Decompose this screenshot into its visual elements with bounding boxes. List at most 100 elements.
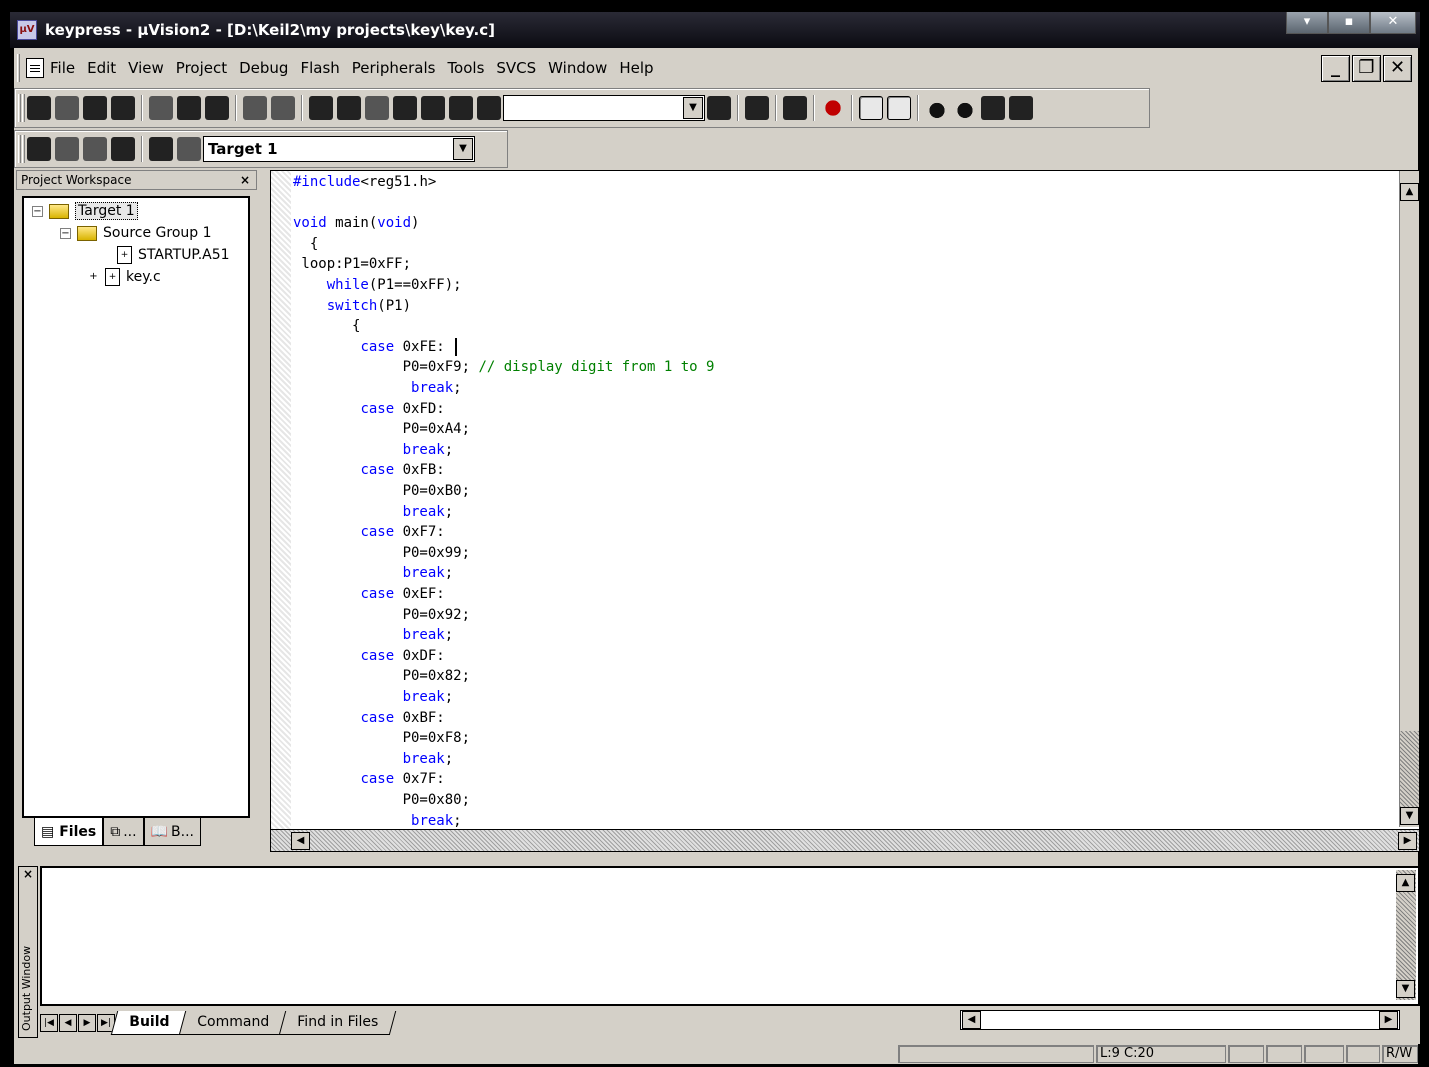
- tree-item-keyc[interactable]: + + key.c: [88, 266, 161, 288]
- rebuild-all-icon[interactable]: [83, 137, 107, 161]
- open-file-icon[interactable]: [55, 96, 79, 120]
- editor-horizontal-scrollbar[interactable]: ◀ ▶: [271, 829, 1419, 851]
- toolbar-grip[interactable]: [18, 135, 21, 163]
- tree-item-target[interactable]: − Target 1: [32, 200, 138, 222]
- binoculars-icon[interactable]: [707, 96, 731, 120]
- code-line: P0=0x80;: [293, 792, 471, 808]
- window-titlebar: µV keypress - µVision2 - [D:\Keil2\my pr…: [10, 12, 1420, 48]
- menu-tools[interactable]: Tools: [441, 59, 490, 77]
- window-cascade-icon[interactable]: [1009, 96, 1033, 120]
- scroll-right-icon[interactable]: ▶: [1398, 832, 1417, 850]
- editor-vertical-scrollbar[interactable]: ▲ ▼: [1399, 171, 1419, 827]
- menu-peripherals[interactable]: Peripherals: [346, 59, 442, 77]
- close-icon[interactable]: ×: [19, 867, 37, 881]
- find-combo[interactable]: ▼: [503, 95, 705, 121]
- target-options-icon[interactable]: [177, 137, 201, 161]
- code-area[interactable]: #include<reg51.h> void main(void) { loop:…: [293, 171, 1393, 827]
- paste-icon[interactable]: [205, 96, 229, 120]
- workspace-toggle-icon[interactable]: [859, 96, 883, 120]
- scroll-up-icon[interactable]: ▲: [1400, 183, 1419, 201]
- close-icon[interactable]: ×: [240, 171, 250, 189]
- doc-close-icon[interactable]: ✕: [1383, 55, 1412, 82]
- scroll-up-icon[interactable]: ▲: [1396, 874, 1415, 892]
- source-browser-icon[interactable]: [745, 96, 769, 120]
- output-horizontal-scrollbar[interactable]: ◀ ▶: [960, 1010, 1400, 1030]
- redo-icon[interactable]: [271, 96, 295, 120]
- menu-file[interactable]: File: [44, 59, 81, 77]
- scroll-down-icon[interactable]: ▼: [1396, 980, 1415, 998]
- prev-tab-icon[interactable]: ◀: [59, 1014, 77, 1032]
- new-file-icon[interactable]: [27, 96, 51, 120]
- scroll-left-icon[interactable]: ◀: [291, 832, 310, 850]
- output-window-toggle-icon[interactable]: [887, 96, 911, 120]
- bookmark-toggle-icon[interactable]: [365, 96, 389, 120]
- debug-session-icon[interactable]: [821, 96, 845, 120]
- save-all-icon[interactable]: [111, 96, 135, 120]
- project-workspace-header: Project Workspace ×: [16, 170, 257, 190]
- close-icon[interactable]: ✕: [1370, 12, 1416, 34]
- bookmark-next-icon[interactable]: [393, 96, 417, 120]
- scroll-down-icon[interactable]: ▼: [1400, 807, 1419, 825]
- build-target-icon[interactable]: [55, 137, 79, 161]
- window-tile-icon[interactable]: [981, 96, 1005, 120]
- document-icon[interactable]: [26, 58, 44, 78]
- menubar-grip[interactable]: [17, 54, 20, 82]
- tree-item-source-group[interactable]: − Source Group 1: [60, 222, 212, 244]
- target-select-value[interactable]: Target 1: [204, 140, 453, 158]
- document-icon: ▤: [41, 823, 55, 840]
- toolbar-grip-2[interactable]: [22, 135, 25, 163]
- toolbar-grip[interactable]: [18, 94, 21, 122]
- undo-icon[interactable]: [243, 96, 267, 120]
- toolbar-grip-2[interactable]: [22, 94, 25, 122]
- tab-find-in-files[interactable]: Find in Files: [279, 1011, 397, 1035]
- tab-books[interactable]: 📖 B...: [143, 818, 201, 846]
- tab-build[interactable]: Build: [110, 1011, 188, 1035]
- print-icon[interactable]: [783, 96, 807, 120]
- scroll-track[interactable]: [1400, 731, 1419, 807]
- bookmark-clear-icon[interactable]: [449, 96, 473, 120]
- doc-minimize-icon[interactable]: _: [1321, 55, 1350, 82]
- maximize-icon[interactable]: ▪: [1328, 12, 1370, 34]
- collapse-icon[interactable]: −: [32, 205, 43, 217]
- target-select[interactable]: Target 1 ▼: [203, 136, 475, 162]
- output-vertical-scrollbar[interactable]: ▲ ▼: [1396, 870, 1416, 1000]
- first-tab-icon[interactable]: |◀: [40, 1014, 58, 1032]
- collapse-icon[interactable]: −: [60, 227, 71, 239]
- folder-icon: [77, 225, 97, 241]
- chevron-down-icon[interactable]: ▼: [683, 97, 703, 119]
- menu-svcs[interactable]: SVCS: [490, 59, 542, 77]
- expand-icon[interactable]: +: [88, 271, 99, 283]
- menu-debug[interactable]: Debug: [233, 59, 294, 77]
- save-icon[interactable]: [83, 96, 107, 120]
- chevron-down-icon[interactable]: ▼: [453, 138, 473, 160]
- menu-project[interactable]: Project: [170, 59, 233, 77]
- workspace-tabs: ▤ Files ⧉ ... 📖 B...: [34, 818, 260, 848]
- hand-icon[interactable]: [925, 96, 949, 120]
- copy-icon[interactable]: [177, 96, 201, 120]
- menu-flash[interactable]: Flash: [294, 59, 345, 77]
- hand-dark-icon[interactable]: [953, 96, 977, 120]
- scroll-left-icon[interactable]: ◀: [962, 1011, 981, 1029]
- indent-icon[interactable]: [309, 96, 333, 120]
- cut-icon[interactable]: [149, 96, 173, 120]
- output-content[interactable]: ▲ ▼: [40, 866, 1420, 1006]
- tab-command[interactable]: Command: [179, 1011, 288, 1035]
- tab-files[interactable]: ▤ Files: [34, 818, 104, 846]
- minimize-icon[interactable]: ▾: [1286, 12, 1328, 34]
- bookmark-prev-icon[interactable]: [421, 96, 445, 120]
- tree-item-startup[interactable]: + STARTUP.A51: [117, 244, 230, 266]
- menu-window[interactable]: Window: [542, 59, 613, 77]
- translate-icon[interactable]: [27, 137, 51, 161]
- code-editor[interactable]: #include<reg51.h> void main(void) { loop:…: [270, 170, 1420, 852]
- download-icon[interactable]: [149, 137, 173, 161]
- menu-help[interactable]: Help: [613, 59, 659, 77]
- next-tab-icon[interactable]: ▶: [78, 1014, 96, 1032]
- menu-view[interactable]: View: [122, 59, 170, 77]
- menu-edit[interactable]: Edit: [81, 59, 122, 77]
- stop-build-icon[interactable]: [111, 137, 135, 161]
- find-in-files-icon[interactable]: [477, 96, 501, 120]
- doc-restore-icon[interactable]: ❐: [1352, 55, 1381, 82]
- tab-regs[interactable]: ⧉ ...: [103, 818, 144, 846]
- unindent-icon[interactable]: [337, 96, 361, 120]
- scroll-right-icon[interactable]: ▶: [1379, 1011, 1398, 1029]
